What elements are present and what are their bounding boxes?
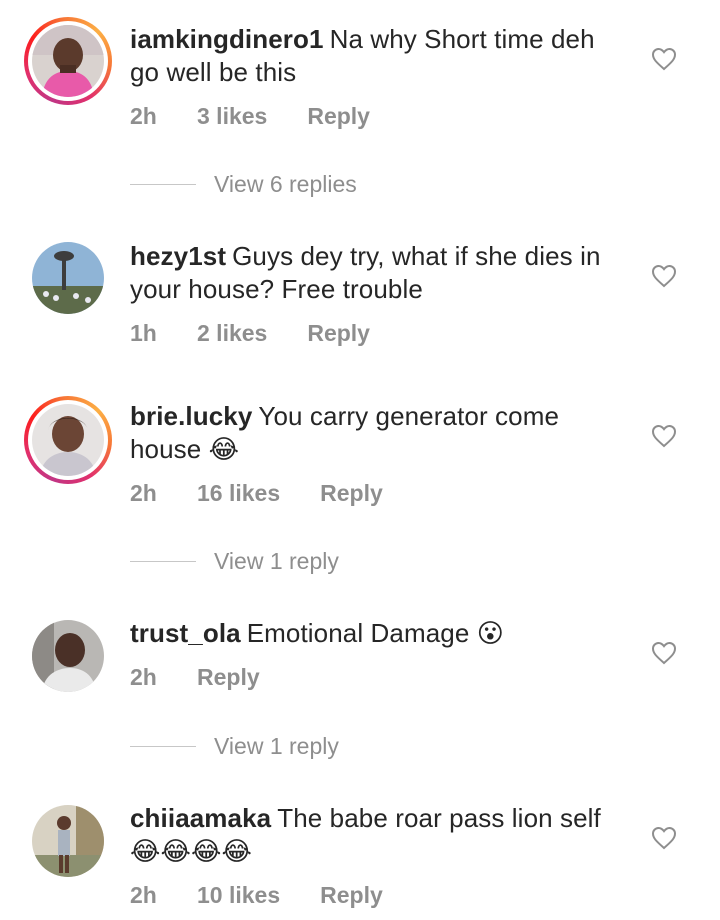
comment-meta: 2h 16 likes Reply: [130, 480, 383, 507]
comment-text-block: trust_ola Emotional Damage 😮: [130, 617, 630, 650]
profile-photo-icon: [32, 242, 104, 314]
comment-meta: 2h 3 likes Reply: [130, 103, 370, 130]
avatar[interactable]: [24, 17, 112, 105]
reply-button[interactable]: Reply: [307, 320, 370, 347]
comment-likes[interactable]: 16 likes: [197, 480, 280, 507]
profile-photo-icon: [32, 620, 104, 692]
view-replies-label: View 1 reply: [214, 733, 339, 759]
heart-outline-icon[interactable]: [651, 826, 677, 850]
heart-outline-icon[interactable]: [651, 47, 677, 71]
view-replies-button[interactable]: View 1 reply: [130, 733, 339, 760]
comment-username[interactable]: brie.lucky: [130, 401, 252, 431]
avatar[interactable]: [24, 234, 112, 322]
comment-likes[interactable]: 10 likes: [197, 882, 280, 909]
view-replies-label: View 6 replies: [214, 171, 357, 197]
comment-text: The babe roar pass lion self: [277, 803, 601, 833]
comment-meta: 2h Reply: [130, 664, 260, 691]
comment-time: 2h: [130, 103, 157, 129]
profile-photo-icon: [32, 25, 104, 97]
divider: [130, 184, 196, 185]
avatar[interactable]: [24, 612, 112, 700]
surprised-emoji-icon: 😮: [476, 618, 504, 648]
comment-likes[interactable]: 2 likes: [197, 320, 267, 347]
comment-text-block: hezy1st Guys dey try, what if she dies in…: [130, 240, 630, 306]
comment-username[interactable]: chiiaamaka: [130, 803, 271, 833]
comment-time: 2h: [130, 882, 157, 908]
comment-username[interactable]: hezy1st: [130, 241, 226, 271]
heart-outline-icon[interactable]: [651, 424, 677, 448]
laughing-emoji-icon: 😂😂😂😂: [130, 836, 252, 866]
profile-photo-icon: [32, 805, 104, 877]
laughing-emoji-icon: 😂: [208, 434, 240, 464]
profile-photo-icon: [32, 404, 104, 476]
comment-username[interactable]: iamkingdinero1: [130, 24, 324, 54]
avatar[interactable]: [24, 797, 112, 885]
comment-meta: 1h 2 likes Reply: [130, 320, 370, 347]
comment-time: 1h: [130, 320, 157, 346]
view-replies-button[interactable]: View 1 reply: [130, 548, 339, 575]
heart-outline-icon[interactable]: [651, 264, 677, 288]
reply-button[interactable]: Reply: [307, 103, 370, 130]
comment-time: 2h: [130, 664, 157, 690]
divider: [130, 746, 196, 747]
comment-likes[interactable]: 3 likes: [197, 103, 267, 130]
view-replies-label: View 1 reply: [214, 548, 339, 574]
comment-text-block: iamkingdinero1 Na why Short time deh go w…: [130, 23, 630, 89]
view-replies-button[interactable]: View 6 replies: [130, 171, 357, 198]
comment-meta: 2h 10 likes Reply: [130, 882, 383, 909]
heart-outline-icon[interactable]: [651, 641, 677, 665]
reply-button[interactable]: Reply: [197, 664, 260, 691]
comment-text: Emotional Damage: [246, 618, 470, 648]
avatar[interactable]: [24, 396, 112, 484]
reply-button[interactable]: Reply: [320, 882, 383, 909]
comment-username[interactable]: trust_ola: [130, 618, 241, 648]
comment-text-block: chiiaamaka The babe roar pass lion self 😂…: [130, 802, 630, 868]
divider: [130, 561, 196, 562]
reply-button[interactable]: Reply: [320, 480, 383, 507]
comment-text-block: brie.lucky You carry generator come house…: [130, 400, 630, 466]
comment-time: 2h: [130, 480, 157, 506]
